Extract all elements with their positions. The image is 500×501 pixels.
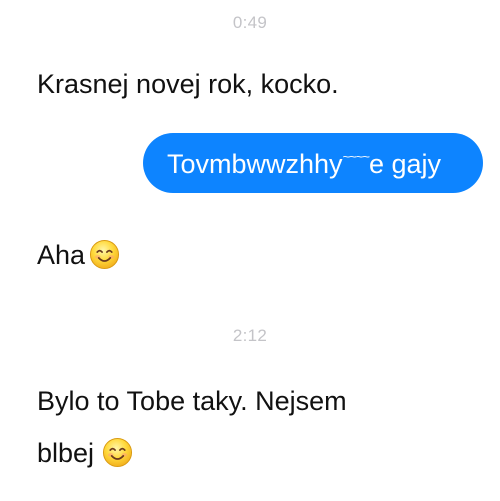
outgoing-message-text: Tovmbwwzhhy~~~~e gajy [167,149,441,180]
message-text: Aha [37,240,86,270]
timestamp: 2:12 [232,326,268,345]
smiling-face-icon [103,437,133,468]
message-line: blbej [37,427,347,479]
message-text: blbej [37,438,95,468]
outgoing-message-bubble[interactable]: Tovmbwwzhhy~~~~e gajy [143,133,483,193]
outgoing-text-start: Tovmbwwzhhy [167,148,343,179]
incoming-message[interactable]: Krasnej novej rok, kocko. [37,66,339,102]
outgoing-text-end: e gajy [368,148,441,179]
timestamp: 0:49 [232,13,268,32]
tilde-mark: ~~~~ [342,148,370,164]
incoming-message[interactable]: Bylo to Tobe taky. Nejsem blbej [37,375,347,479]
message-line: Bylo to Tobe taky. Nejsem [37,386,347,416]
smiling-face-icon [90,239,120,270]
incoming-message[interactable]: Aha [37,237,120,273]
